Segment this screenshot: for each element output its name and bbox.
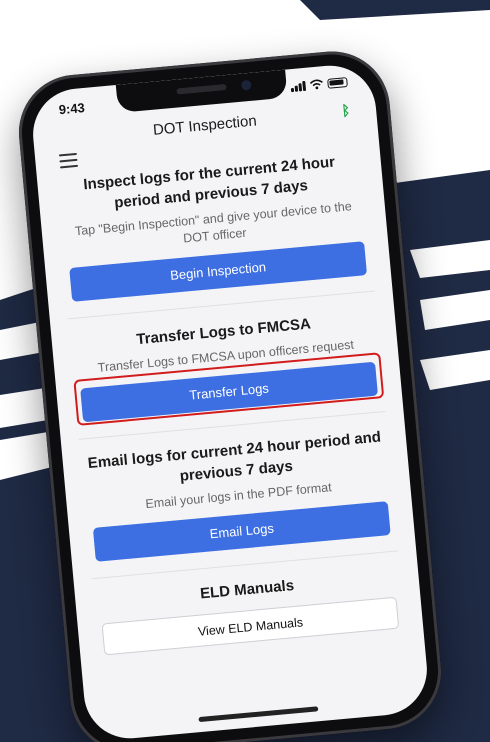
email-section: Email logs for current 24 hour period an… (86, 426, 391, 562)
inspect-section: Inspect logs for the current 24 hour per… (61, 150, 368, 302)
inspection-content: Inspect logs for the current 24 hour per… (61, 150, 400, 656)
hamburger-menu-icon[interactable] (58, 152, 79, 169)
home-indicator (198, 706, 319, 723)
transfer-section: Transfer Logs to FMCSA Transfer Logs to … (73, 308, 385, 426)
status-time: 9:43 (58, 99, 86, 118)
phone-device: 9:43 ᛒ DOT Inspection Inspect logs for t… (13, 46, 447, 742)
status-icons (290, 76, 348, 93)
manuals-section: ELD Manuals View ELD Manuals (99, 566, 400, 656)
cellular-signal-icon (290, 80, 307, 93)
phone-screen: 9:43 ᛒ DOT Inspection Inspect logs for t… (29, 61, 431, 742)
wifi-icon (309, 79, 323, 90)
battery-icon (327, 76, 348, 89)
